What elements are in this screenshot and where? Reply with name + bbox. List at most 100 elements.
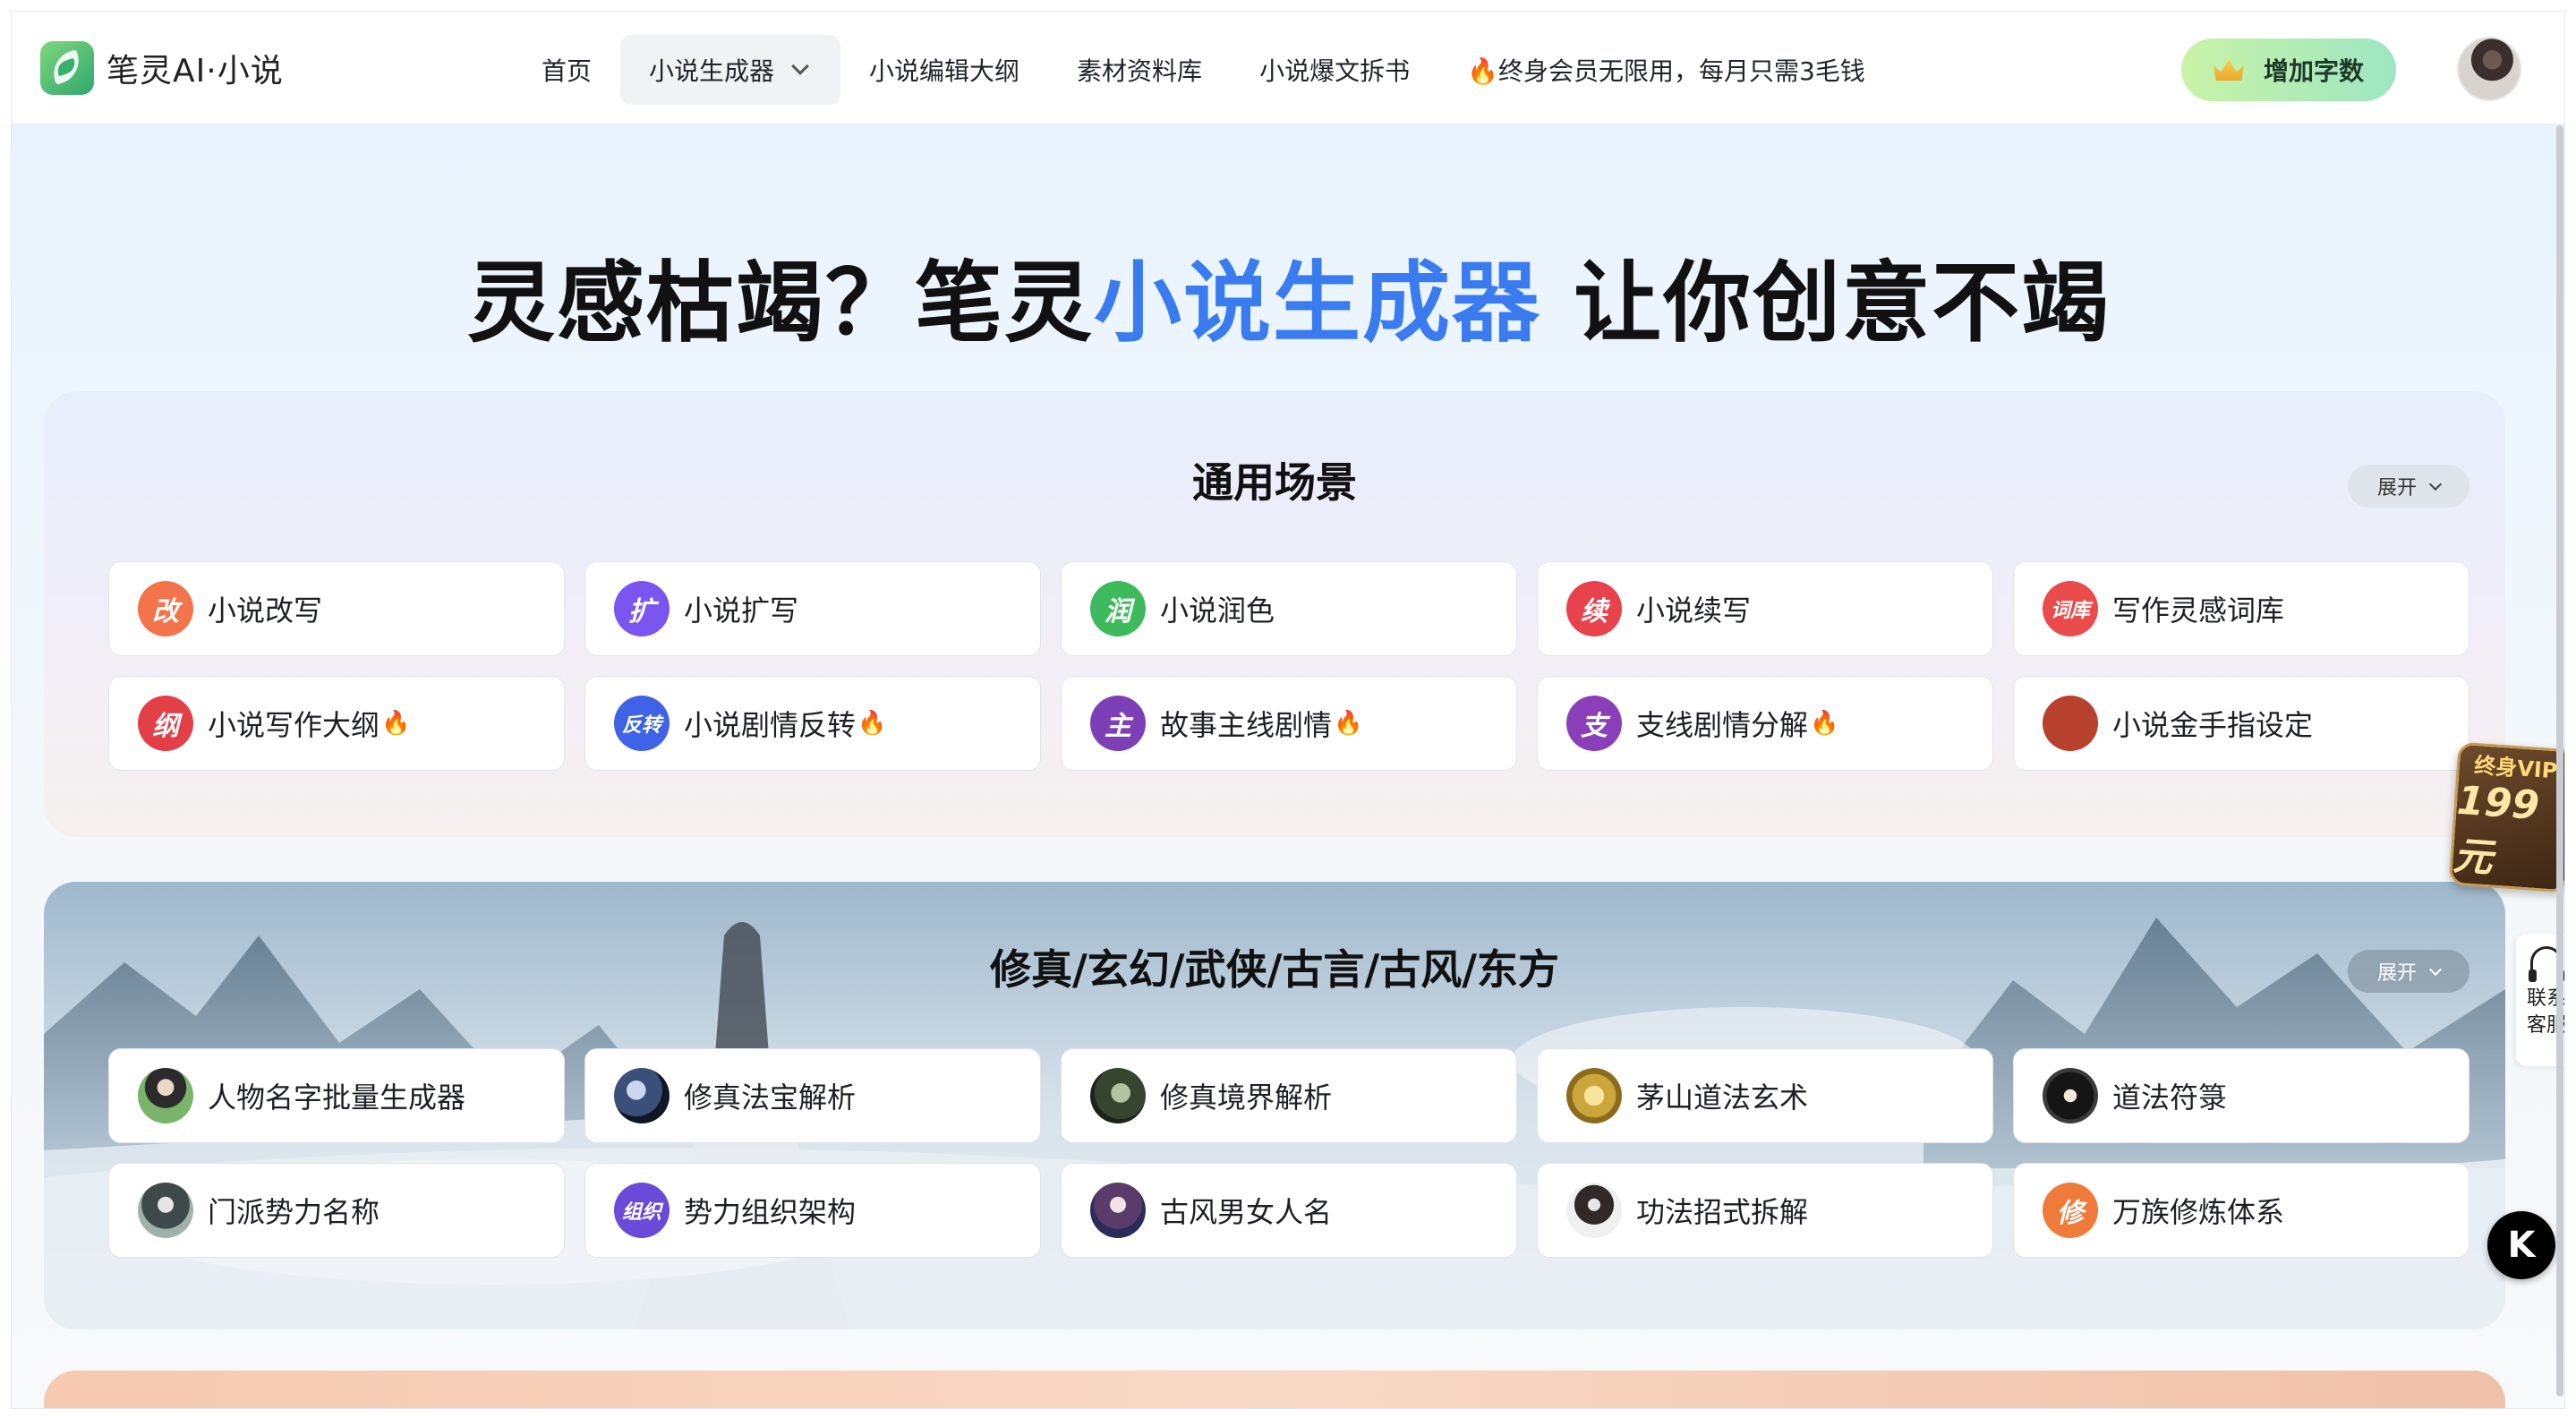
hero-title-highlight: 小说生成器 — [1093, 252, 1541, 354]
feature-card-icon: 组织 — [614, 1183, 670, 1238]
nav-membership-promo-label: 🔥终身会员无限用，每月只需3毛钱 — [1467, 56, 1865, 86]
hero-title: 灵感枯竭？笔灵小说生成器 让你创意不竭 — [12, 232, 2564, 359]
feature-card[interactable]: 古风男女人名 — [1061, 1163, 1517, 1258]
logo-text: 笔灵AI·小说 — [107, 53, 284, 90]
nav-home-label: 首页 — [542, 56, 593, 86]
expand-label: 展开 — [2376, 477, 2417, 500]
nav-book-breakdown[interactable]: 小说爆文拆书 — [1231, 35, 1438, 105]
feature-card[interactable]: 纲小说写作大纲 🔥 — [108, 676, 565, 771]
expand-button[interactable]: 展开 — [2348, 950, 2469, 993]
feature-card-label: 古风男女人名 — [1160, 1195, 1333, 1229]
fire-icon: 🔥 — [857, 710, 887, 737]
feature-card-label: 门派势力名称 — [208, 1195, 380, 1229]
feature-card-icon: 润 — [1090, 581, 1146, 636]
user-avatar[interactable] — [2457, 37, 2521, 101]
nav-home[interactable]: 首页 — [513, 35, 620, 105]
add-words-label: 增加字数 — [2263, 56, 2364, 86]
feature-card[interactable]: 续小说续写 — [1537, 561, 1993, 656]
chevron-down-icon — [2428, 477, 2443, 491]
nav-outline-editor[interactable]: 小说编辑大纲 — [840, 35, 1048, 105]
feature-card[interactable]: 小说金手指设定 — [2013, 676, 2469, 771]
chevron-down-icon — [791, 57, 809, 75]
feature-card-label: 小说续写 — [1636, 594, 1752, 628]
feature-card-icon: 词库 — [2043, 581, 2098, 636]
feature-card-label: 小说润色 — [1160, 594, 1275, 628]
feature-card[interactable]: 扩小说扩写 — [584, 561, 1041, 656]
feature-card-icon — [2043, 696, 2098, 751]
feature-card[interactable]: 修真境界解析 — [1061, 1048, 1517, 1143]
vip-badge-price: 199元 — [2452, 777, 2541, 882]
crown-icon — [2213, 59, 2244, 81]
feature-card-icon: 主 — [1090, 696, 1146, 751]
nav-book-breakdown-label: 小说爆文拆书 — [1259, 56, 1411, 86]
feature-card[interactable]: 组织 势力组织架构 — [584, 1163, 1041, 1258]
leaf-logo-icon — [40, 41, 94, 95]
main-nav: 首页 小说生成器 小说编辑大纲 素材资料库 小说爆文拆书 🔥终身会员无限用，每月… — [513, 35, 1894, 105]
section-general-scenes: 通用场景 展开 改小说改写扩小说扩写润小说润色续小说续写 词库 写作灵感词库纲小说写… — [44, 391, 2505, 837]
feature-card-icon — [1566, 1183, 1622, 1238]
feature-card-icon: 支 — [1566, 696, 1622, 751]
nav-novel-generator[interactable]: 小说生成器 — [620, 35, 841, 105]
feature-card-icon: 扩 — [614, 581, 670, 636]
feature-card[interactable]: 润小说润色 — [1061, 561, 1517, 656]
feature-card[interactable]: 词库 写作灵感词库 — [2013, 561, 2469, 656]
site-logo[interactable]: 笔灵AI·小说 — [40, 41, 284, 95]
nav-membership-promo[interactable]: 🔥终身会员无限用，每月只需3毛钱 — [1438, 35, 1894, 105]
browser-viewport: 笔灵AI·小说 首页 小说生成器 小说编辑大纲 素材资料库 小说爆文拆书 🔥终身… — [11, 11, 2565, 1409]
feature-card-icon: 纲 — [138, 696, 193, 751]
feature-card[interactable]: 茅山道法玄术 — [1537, 1048, 1993, 1143]
lifetime-vip-badge[interactable]: 终身VIP 199元 — [2448, 741, 2564, 893]
feature-card[interactable]: 修万族修炼体系 — [2013, 1163, 2469, 1258]
page-scrollbar[interactable] — [2556, 125, 2563, 1397]
card-grid: 人物名字批量生成器 修真法宝解析 修真境界解析 茅山道法玄术 道法符箓门派势力名称 组织势… — [108, 1048, 2469, 1258]
k-assistant-button[interactable]: K — [2487, 1211, 2555, 1279]
feature-card-label: 故事主线剧情 — [1160, 708, 1333, 742]
feature-card-label: 修真境界解析 — [1160, 1081, 1333, 1115]
section-xianxia: 修真/玄幻/武侠/古言/古风/东方 展开 人物名字批量生成器 修真法宝解析 修真境界… — [44, 882, 2505, 1329]
feature-card-label: 小说改写 — [208, 594, 323, 628]
feature-card-label: 小说剧情反转 — [684, 708, 857, 742]
feature-card-icon: 反转 — [614, 696, 670, 751]
feature-card-label: 小说扩写 — [684, 594, 799, 628]
section-title: 通用场景 — [1192, 458, 1357, 507]
feature-card[interactable]: 改小说改写 — [108, 561, 565, 656]
feature-card-icon — [1090, 1183, 1146, 1238]
hero-title-suffix: 让你创意不竭 — [1540, 252, 2111, 354]
feature-card-label: 功法招式拆解 — [1636, 1195, 1809, 1229]
feature-card-icon — [1566, 1068, 1622, 1123]
feature-card[interactable]: 功法招式拆解 — [1537, 1163, 1993, 1258]
k-assistant-label: K — [2507, 1225, 2536, 1266]
top-navbar: 笔灵AI·小说 首页 小说生成器 小说编辑大纲 素材资料库 小说爆文拆书 🔥终身… — [12, 12, 2564, 124]
fire-icon: 🔥 — [381, 710, 411, 737]
feature-card[interactable]: 支支线剧情分解 🔥 — [1537, 676, 1993, 771]
feature-card[interactable]: 主故事主线剧情 🔥 — [1061, 676, 1517, 771]
feature-card-icon: 修 — [2043, 1183, 2098, 1238]
fire-icon: 🔥 — [1810, 710, 1839, 737]
feature-card-label: 修真法宝解析 — [684, 1081, 857, 1115]
feature-card-label: 势力组织架构 — [684, 1195, 857, 1229]
feature-card-icon — [138, 1183, 193, 1238]
section-next-peek — [44, 1371, 2505, 1408]
nav-novel-generator-label: 小说生成器 — [649, 56, 775, 86]
add-words-button[interactable]: 增加字数 — [2181, 38, 2396, 101]
feature-card-label: 万族修炼体系 — [2112, 1195, 2285, 1229]
section-title: 修真/玄幻/武侠/古言/古风/东方 — [989, 945, 1559, 994]
nav-material-library[interactable]: 素材资料库 — [1048, 35, 1231, 105]
feature-card-label: 小说写作大纲 — [208, 708, 380, 742]
feature-card-label: 人物名字批量生成器 — [208, 1081, 466, 1115]
fire-icon: 🔥 — [1334, 710, 1363, 737]
feature-card[interactable]: 道法符箓 — [2013, 1048, 2469, 1143]
feature-card-label: 小说金手指设定 — [2112, 708, 2314, 742]
expand-button[interactable]: 展开 — [2348, 465, 2469, 508]
feature-card-icon — [1090, 1068, 1146, 1123]
nav-outline-editor-label: 小说编辑大纲 — [869, 56, 1020, 86]
feature-card[interactable]: 门派势力名称 — [108, 1163, 565, 1258]
feature-card-icon — [2043, 1068, 2098, 1123]
card-grid: 改小说改写扩小说扩写润小说润色续小说续写 词库 写作灵感词库纲小说写作大纲 🔥 反转 小说… — [108, 561, 2469, 771]
hero-title-prefix: 灵感枯竭？笔灵 — [466, 252, 1094, 354]
feature-card-icon: 续 — [1566, 581, 1622, 636]
nav-material-library-label: 素材资料库 — [1077, 56, 1203, 86]
feature-card[interactable]: 反转 小说剧情反转 🔥 — [584, 676, 1041, 771]
feature-card[interactable]: 人物名字批量生成器 — [108, 1048, 565, 1143]
feature-card[interactable]: 修真法宝解析 — [584, 1048, 1041, 1143]
